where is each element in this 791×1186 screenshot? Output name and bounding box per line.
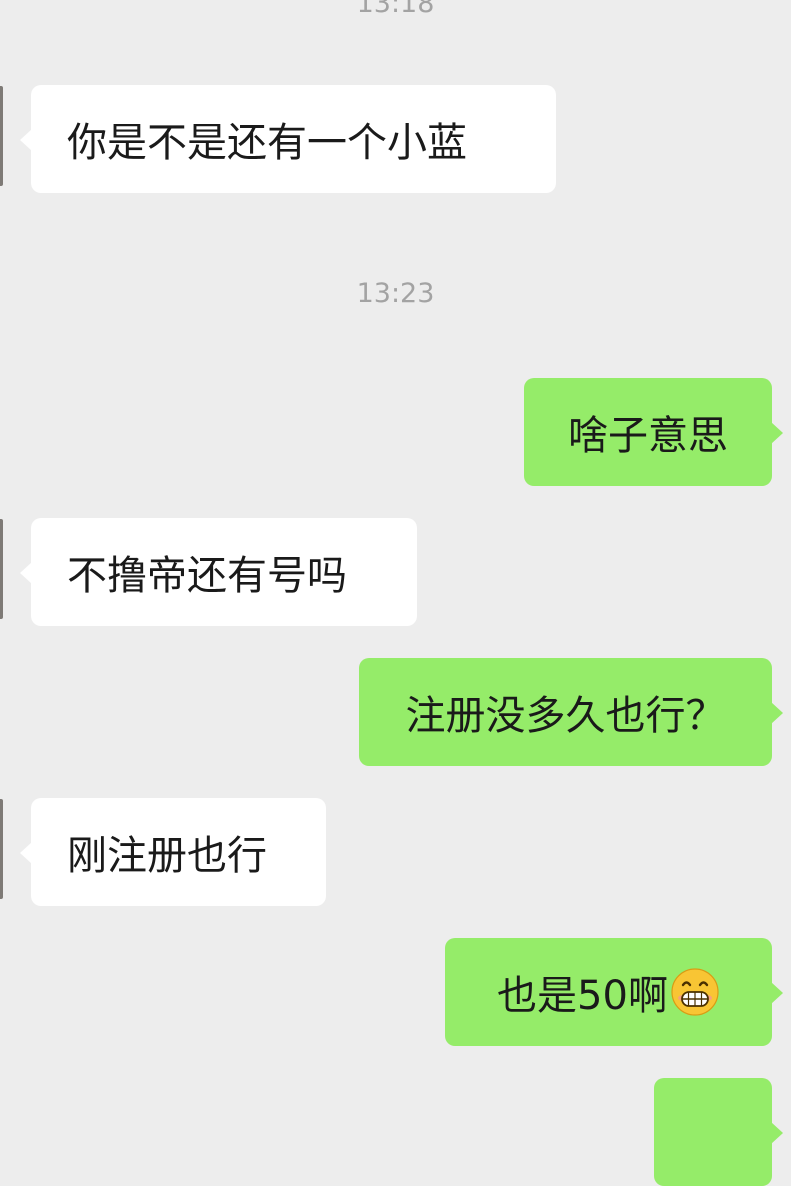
outgoing-message-bubble[interactable] [654,1078,783,1186]
outgoing-message-bubble[interactable]: 注册没多久也行？ [359,658,783,766]
message-timestamp: 13:23 [356,278,435,309]
contact-avatar[interactable] [0,519,3,619]
incoming-message-bubble[interactable]: 不撸帝还有号吗 [20,518,417,626]
outgoing-message-bubble[interactable]: 啥子意思 [524,378,783,486]
outgoing-message-bubble[interactable]: 也是50啊 [445,938,783,1046]
grinning-face-emoji-icon [670,967,720,1017]
message-text: 刚注册也行 [67,833,267,879]
contact-avatar[interactable] [0,86,3,186]
incoming-message-bubble[interactable]: 刚注册也行 [20,798,326,906]
message-timestamp: 13:18 [356,0,435,19]
message-text: 你是不是还有一个小蓝 [67,120,467,166]
message-text: 注册没多久也行？ [405,693,726,739]
chat-message-list[interactable]: 13:18 你是不是还有一个小蓝 13:23 啥子意思 不撸帝还有号吗 注册没多… [0,0,791,1186]
message-text: 不撸帝还有号吗 [67,553,347,599]
message-text: 也是50啊 [497,973,668,1019]
message-text: 啥子意思 [568,413,728,459]
contact-avatar[interactable] [0,799,3,899]
incoming-message-bubble[interactable]: 你是不是还有一个小蓝 [20,85,556,193]
